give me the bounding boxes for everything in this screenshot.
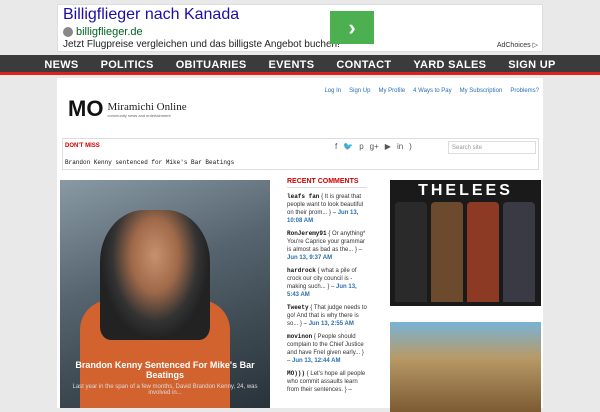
comment-item[interactable]: MO))) { Let's hope all people who commit…	[287, 370, 367, 394]
comment-item[interactable]: Tweety { That judge needs to go! And tha…	[287, 304, 367, 328]
recent-comments-heading: RECENT COMMENTS	[287, 178, 367, 188]
signup-link[interactable]: Sign Up	[349, 88, 370, 94]
ad-choices[interactable]: AdChoices ▷	[497, 41, 538, 49]
dont-miss-headline[interactable]: Brandon Kenny sentenced for Mike's Bar B…	[65, 159, 234, 166]
dont-miss-label: DON'T MISS	[65, 143, 100, 149]
ad-brand: THELEES	[418, 182, 513, 199]
search-input[interactable]: Search site	[448, 141, 536, 154]
feature-image-player	[100, 210, 210, 340]
nav-item-contact[interactable]: CONTACT	[325, 55, 402, 72]
recent-comments: RECENT COMMENTS leafs fan { It is great …	[287, 178, 367, 394]
login-link[interactable]: Log In	[324, 88, 341, 94]
feature-story[interactable]: Brandon Kenny Sentenced For Mike's Bar B…	[60, 180, 270, 408]
facebook-icon[interactable]: f	[335, 142, 337, 151]
youtube-icon[interactable]: ▶	[385, 142, 391, 151]
favicon-icon	[63, 27, 73, 37]
nav-item-events[interactable]: EVENTS	[258, 55, 326, 72]
feature-excerpt: Last year in the span of a few months, D…	[72, 384, 258, 396]
social-icons: f 🐦 p g+ ▶ in )	[335, 142, 412, 151]
comment-item[interactable]: leafs fan { It is great that people want…	[287, 193, 367, 225]
subscription-link[interactable]: My Subscription	[460, 88, 503, 94]
main-nav: NEWS POLITICS OBITUARIES EVENTS CONTACT …	[0, 55, 600, 75]
ad-url[interactable]: billigflieger.de	[63, 26, 143, 38]
linkedin-icon[interactable]: in	[397, 142, 403, 151]
problems-link[interactable]: Problems?	[510, 88, 539, 94]
comment-item[interactable]: hardrock { what a pile of crock our city…	[287, 267, 367, 299]
sidebar-ad-suits[interactable]: THELEES	[390, 180, 541, 306]
logo-tagline: community news and entertainment	[107, 112, 171, 118]
ad-arrow-button[interactable]: ›	[330, 11, 374, 44]
site-logo[interactable]: MO Miramichi Online community news and e…	[68, 96, 187, 122]
nav-item-sign-up[interactable]: SIGN UP	[497, 55, 566, 72]
googleplus-icon[interactable]: g+	[370, 142, 379, 151]
comment-item[interactable]: RonJeremy91 { Or anything* You're Capric…	[287, 230, 367, 262]
feature-title[interactable]: Brandon Kenny Sentenced For Mike's Bar B…	[70, 360, 260, 380]
pinterest-icon[interactable]: p	[359, 142, 363, 151]
suits-image	[395, 202, 535, 302]
rss-icon[interactable]: )	[409, 142, 412, 151]
profile-link[interactable]: My Profile	[378, 88, 405, 94]
twitter-icon[interactable]: 🐦	[343, 142, 353, 151]
logo-mark: MO	[68, 96, 104, 121]
nav-item-news[interactable]: NEWS	[33, 55, 89, 72]
ways-to-pay-link[interactable]: 4 Ways to Pay	[413, 88, 451, 94]
comment-item[interactable]: movinon { People should complain to the …	[287, 333, 367, 365]
ad-title[interactable]: Billigflieger nach Kanada	[63, 6, 239, 24]
nav-item-yard-sales[interactable]: YARD SALES	[402, 55, 497, 72]
nav-item-obituaries[interactable]: OBITUARIES	[165, 55, 258, 72]
nav-item-politics[interactable]: POLITICS	[90, 55, 165, 72]
page-content: MO Miramichi Online community news and e…	[57, 78, 543, 412]
dont-miss-bar: DON'T MISS Brandon Kenny sentenced for M…	[62, 138, 539, 170]
top-links: Log In Sign Up My Profile 4 Ways to Pay …	[324, 88, 539, 94]
sidebar-ad-game[interactable]	[390, 322, 541, 412]
logo-name: Miramichi Online	[107, 100, 187, 113]
top-banner-ad[interactable]: Billigflieger nach Kanada billigflieger.…	[57, 4, 543, 52]
ad-description: Jetzt Flugpreise vergleichen und das bil…	[63, 39, 340, 50]
